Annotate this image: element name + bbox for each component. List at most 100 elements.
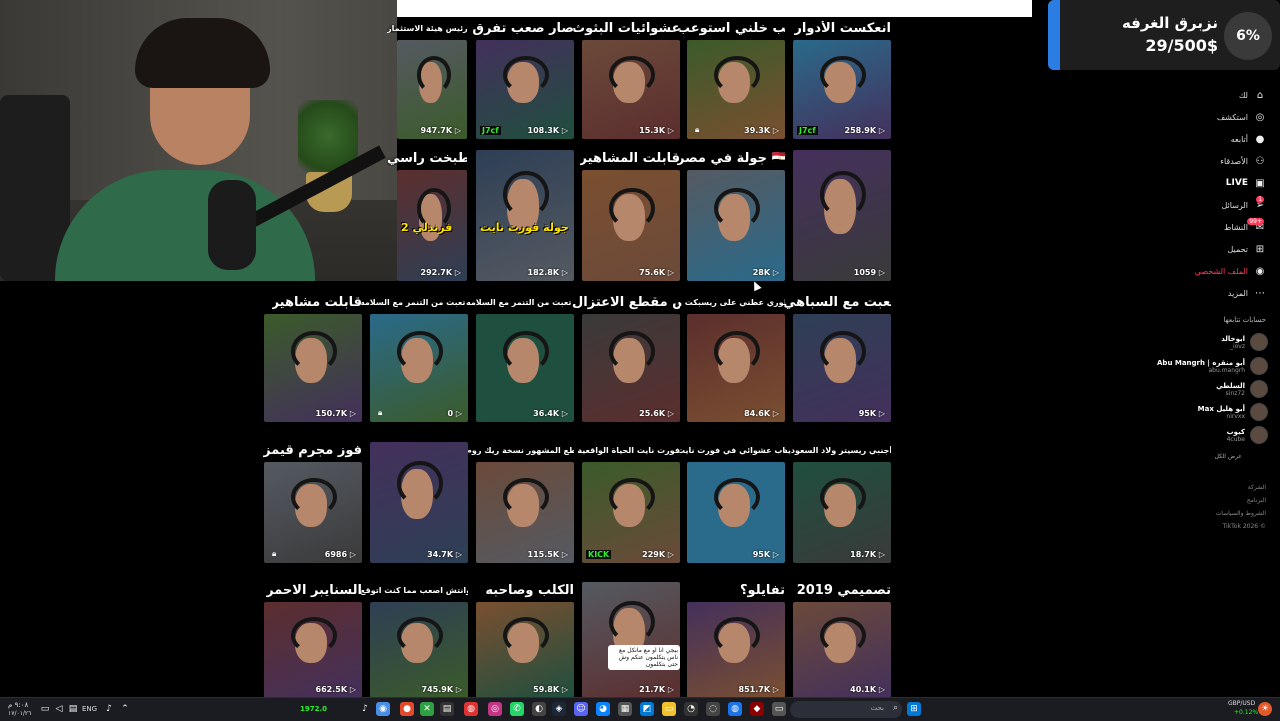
edge-icon[interactable]: ◕ — [596, 702, 610, 716]
video-thumbnail[interactable] — [582, 40, 680, 139]
obs-icon[interactable]: ◐ — [532, 702, 546, 716]
video-card[interactable]: تعبت من التنمر مع السلامه 💔 0 ▷ 🔒︎ — [360, 292, 468, 422]
app-icon[interactable]: ▤ — [440, 702, 454, 716]
discord-icon[interactable]: ☺ — [574, 702, 588, 716]
task-view-icon[interactable]: ▭ — [772, 702, 786, 716]
video-card[interactable]: 1059 ▷ — [793, 148, 891, 281]
instagram-icon[interactable]: ◎ — [488, 702, 502, 716]
video-card[interactable]: انعكست الأدوار J7cf 258.9K ▷ — [793, 18, 891, 139]
app-icon[interactable]: ◌ — [706, 702, 720, 716]
footer-link[interactable]: الشروط والسياسات — [1216, 510, 1266, 517]
video-thumbnail[interactable] — [264, 602, 362, 698]
video-thumbnail[interactable] — [793, 462, 891, 563]
calculator-icon[interactable]: ▦ — [618, 702, 632, 716]
sidebar-item-messages[interactable]: الرسائل ➢ 1 — [1156, 194, 1266, 216]
video-card[interactable]: تفايلو؟ 851.7K ▷ — [687, 580, 785, 698]
video-card[interactable]: الشهرة طبخت راسي فرندلي 2 292.7K ▷ — [387, 148, 467, 281]
video-thumbnail[interactable] — [582, 582, 680, 698]
following-account[interactable]: ابوخالد _iovz — [1221, 333, 1268, 351]
video-card[interactable]: المقطع المشهور نسخة ريك روم 115.5K ▷ — [466, 440, 574, 563]
video-card[interactable]: صار صعب تفرق J7cf 108.3K ▷ — [472, 18, 574, 139]
sidebar-item-explore[interactable]: استكشف ◎ — [1156, 106, 1266, 128]
video-card[interactable]: قابلت مشاهير 150.7K ▷ — [264, 292, 362, 422]
sidebar-item-live[interactable]: LIVE ▣ — [1156, 172, 1266, 194]
chevron-up-icon[interactable]: ⌃ — [118, 702, 132, 716]
video-card[interactable]: قيم مع رئيس هيئة الاستثمار 947.7K ▷ — [387, 18, 467, 139]
video-thumbnail[interactable] — [582, 462, 680, 563]
video-thumbnail[interactable] — [687, 602, 785, 698]
sidebar-item-following[interactable]: أتابعه ● — [1156, 128, 1266, 150]
video-card[interactable]: تعبت من التنمر مع السلامه 💔 36.4K ▷ — [466, 292, 574, 422]
chrome-icon[interactable]: ◍ — [728, 702, 742, 716]
video-card[interactable]: لعبت مع السباهي 95K ▷ — [783, 292, 891, 422]
video-card[interactable]: اوقر وانتش اصعب مما كنت اتوقع💔 745.9K ▷ — [360, 580, 468, 698]
app-icon[interactable]: ● — [400, 702, 414, 716]
video-thumbnail[interactable] — [476, 462, 574, 563]
volume-icon[interactable]: ◁ — [52, 702, 66, 716]
notification-icon[interactable]: ▭ — [38, 702, 52, 716]
app-icon[interactable]: ◆ — [750, 702, 764, 716]
video-card[interactable]: جولة فورت نايت 182.8K ▷ — [476, 148, 574, 281]
whatsapp-icon[interactable]: ✆ — [510, 702, 524, 716]
video-card[interactable]: بيجي انا او مع مانكل مع ناس يتكلمون عنكم… — [582, 580, 680, 698]
video-card[interactable]: السنايبر الاحمر 662.5K ▷ — [264, 580, 362, 698]
video-thumbnail[interactable] — [397, 40, 467, 139]
taskbar-search[interactable]: بحث ⌕ — [790, 701, 902, 718]
chrome-icon[interactable]: ◍ — [464, 702, 478, 716]
footer-link[interactable]: الشركة — [1248, 484, 1266, 491]
following-account[interactable]: السلطي sinz72 — [1216, 380, 1268, 398]
sidebar-item-upload[interactable]: تحميل ⊞ — [1156, 238, 1266, 260]
video-thumbnail[interactable] — [582, 170, 680, 281]
sidebar-item-friends[interactable]: الأصدقاء ⚇ — [1156, 150, 1266, 172]
xbox-icon[interactable]: ✕ — [420, 702, 434, 716]
steam-icon[interactable]: ◈ — [552, 702, 566, 716]
video-card[interactable]: اكثر ماب عشوائي في فورت نايت 95K ▷ — [677, 440, 785, 563]
video-thumbnail[interactable] — [370, 442, 468, 563]
network-icon[interactable]: ▤ — [66, 702, 80, 716]
language-indicator[interactable]: ENG — [82, 705, 97, 713]
video-thumbnail[interactable] — [793, 314, 891, 422]
video-card[interactable]: طيب خلني استوعب 39.3K ▷ 🔒︎ — [677, 18, 785, 139]
video-card[interactable]: أسطوري عطني على ريسبكت وMT أسيرفرات 84.6K… — [677, 292, 785, 422]
video-thumbnail[interactable] — [476, 150, 574, 281]
video-thumbnail[interactable] — [687, 462, 785, 563]
video-thumbnail[interactable] — [370, 314, 468, 422]
sidebar-item-activity[interactable]: النشاط ✉ 99+ — [1156, 216, 1266, 238]
following-account[interactable]: Max أبو هليل nirvxx — [1198, 403, 1268, 421]
video-card[interactable]: واحد يسوي نفسه أجنبي ريسيتر ولاد السعودي… — [783, 440, 891, 563]
video-card[interactable]: فوز مجرم قيمز 6986 ▷ 🔒︎ — [263, 440, 362, 563]
video-thumbnail[interactable] — [370, 602, 468, 698]
video-thumbnail[interactable] — [793, 40, 891, 139]
video-card[interactable]: قابلت المشاهير 75.6K ▷ — [580, 148, 680, 281]
following-account[interactable]: Abu Mangrh | أبو منقره abu.mangrh — [1157, 357, 1268, 375]
video-thumbnail[interactable] — [793, 602, 891, 698]
video-thumbnail[interactable] — [264, 462, 362, 563]
video-card[interactable]: 34.7K ▷ — [370, 440, 468, 563]
store-icon[interactable]: ◩ — [640, 702, 654, 716]
sidebar-item-for-you[interactable]: لك ⌂ — [1156, 84, 1266, 106]
video-thumbnail[interactable] — [687, 170, 785, 281]
video-thumbnail[interactable] — [687, 40, 785, 139]
app-icon[interactable]: ◔ — [684, 702, 698, 716]
footer-link[interactable]: البرنامج — [1247, 497, 1266, 504]
video-card[interactable]: عشوائيات البثوث 15.3K ▷ — [572, 18, 680, 139]
see-all-link[interactable]: عرض الكل — [1215, 453, 1242, 460]
video-thumbnail[interactable] — [476, 40, 574, 139]
video-card[interactable]: الكلب وصاحبه 59.8K ▷ — [476, 580, 574, 698]
following-account[interactable]: كيوب 4cube — [1227, 426, 1268, 444]
video-thumbnail[interactable] — [582, 314, 680, 422]
sidebar-item-more[interactable]: المزيد ⋯ — [1156, 282, 1266, 304]
video-card[interactable]: كواليس مقطع الاعتزال😢 25.6K ▷ — [572, 292, 680, 422]
video-thumbnail[interactable] — [264, 314, 362, 422]
browser-icon[interactable]: ◉ — [376, 702, 390, 716]
video-thumbnail[interactable] — [793, 150, 891, 281]
tiktok-icon[interactable]: ♪ — [358, 702, 372, 716]
video-card[interactable]: فورت نايت الحياة الواقعية KICK 229K ▷ — [577, 440, 680, 563]
windows-start-icon[interactable]: ⊞ — [907, 702, 921, 716]
sidebar-item-profile[interactable]: الملف الشخصي ◉ — [1156, 260, 1266, 282]
folder-icon[interactable]: ▭ — [662, 702, 676, 716]
video-thumbnail[interactable] — [476, 602, 574, 698]
video-card[interactable]: تصميمي 2019 40.1K ▷ — [793, 580, 891, 698]
video-card[interactable]: جولة في مصر 🇪🇬 28K ▷ — [677, 148, 785, 281]
mic-icon[interactable]: ♪ — [102, 702, 116, 716]
